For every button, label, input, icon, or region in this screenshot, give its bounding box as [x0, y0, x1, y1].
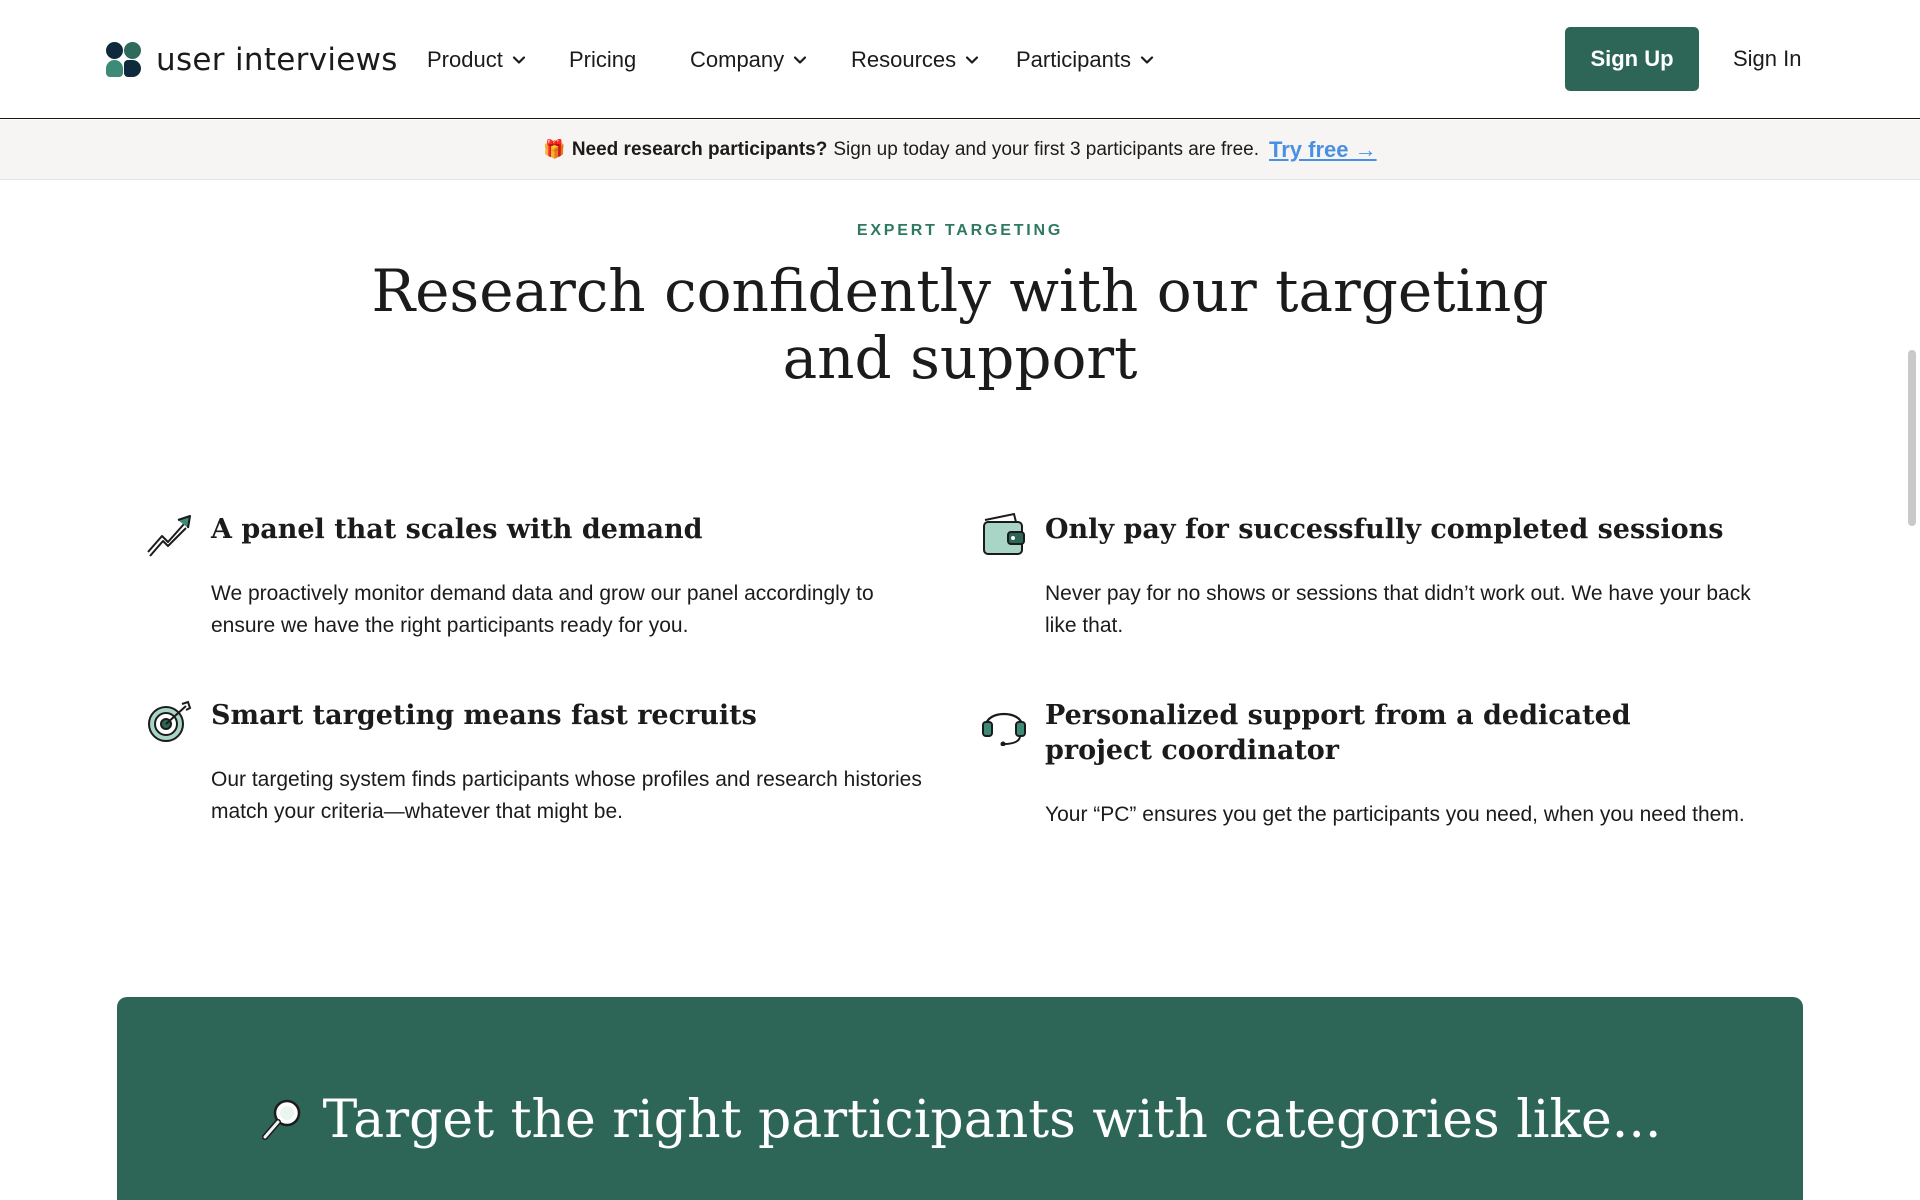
- logo[interactable]: user interviews: [106, 42, 398, 78]
- try-free-link[interactable]: Try free →: [1269, 137, 1377, 163]
- banner-text: Sign up today and your first 3 participa…: [833, 138, 1259, 160]
- page-scrollbar[interactable]: [1908, 350, 1916, 526]
- feature-personalized-support: Personalized support from a dedicated pr…: [980, 698, 1780, 838]
- section-headline: Research confidently with our targeting …: [371, 257, 1549, 392]
- nav-item-label: Participants: [1016, 47, 1131, 72]
- feature-body: Never pay for no shows or sessions that …: [1045, 582, 1751, 637]
- categories-panel-title: Target the right participants with categ…: [117, 1090, 1803, 1150]
- feature-pay-completed: Only pay for successfully completed sess…: [980, 512, 1780, 642]
- gift-icon: 🎁: [543, 139, 566, 159]
- wallet-icon: [983, 512, 1025, 555]
- chevron-down-icon: [512, 56, 525, 64]
- categories-panel: Target the right participants with categ…: [117, 997, 1803, 1200]
- feature-body: We proactively monitor demand data and g…: [211, 582, 874, 637]
- feature-body: Our targeting system finds participants …: [211, 768, 922, 823]
- feature-body: Your “PC” ensures you get the participan…: [1045, 803, 1745, 826]
- chevron-down-icon: [794, 56, 807, 64]
- feature-title: Smart targeting means fast recruits: [211, 700, 757, 731]
- nav-item-participants[interactable]: Participants: [1016, 46, 1154, 74]
- sign-up-button[interactable]: Sign Up: [1565, 27, 1699, 91]
- banner-bold-text: Need research participants?: [571, 138, 828, 160]
- feature-panel-scales: A panel that scales with demand We proac…: [146, 512, 936, 642]
- logo-mark-icon: [106, 42, 142, 78]
- headset-icon: [982, 713, 1026, 746]
- nav-item-label: Resources: [851, 47, 957, 72]
- feature-smart-targeting: Smart targeting means fast recruits Our …: [146, 698, 936, 828]
- target-icon: [148, 700, 192, 742]
- sign-in-link[interactable]: Sign In: [1733, 46, 1802, 72]
- feature-title: Personalized support from a dedicated pr…: [1045, 700, 1631, 766]
- nav-item-company[interactable]: Company: [690, 46, 807, 74]
- magnifying-glass-icon: [261, 1099, 300, 1140]
- nav-item-pricing[interactable]: Pricing: [569, 46, 636, 74]
- site-header: user interviews Product Pricing Company …: [0, 0, 1920, 119]
- feature-title: Only pay for successfully completed sess…: [1045, 514, 1724, 545]
- promo-banner: 🎁 Need research participants? Sign up to…: [0, 120, 1920, 180]
- nav-item-label: Product: [427, 47, 503, 72]
- nav-item-label: Company: [690, 47, 785, 72]
- nav-item-resources[interactable]: Resources: [851, 46, 979, 74]
- chevron-down-icon: [966, 56, 979, 64]
- feature-title: A panel that scales with demand: [211, 514, 703, 545]
- categories-panel-heading: Target the right participants with categ…: [322, 1090, 1662, 1150]
- nav-item-label: Pricing: [569, 47, 637, 72]
- nav-item-product[interactable]: Product: [427, 46, 526, 74]
- chevron-down-icon: [1140, 56, 1154, 64]
- logo-text: user interviews: [156, 42, 398, 78]
- trending-up-arrow-icon: [147, 515, 191, 557]
- section-eyebrow: EXPERT TARGETING: [856, 222, 1064, 239]
